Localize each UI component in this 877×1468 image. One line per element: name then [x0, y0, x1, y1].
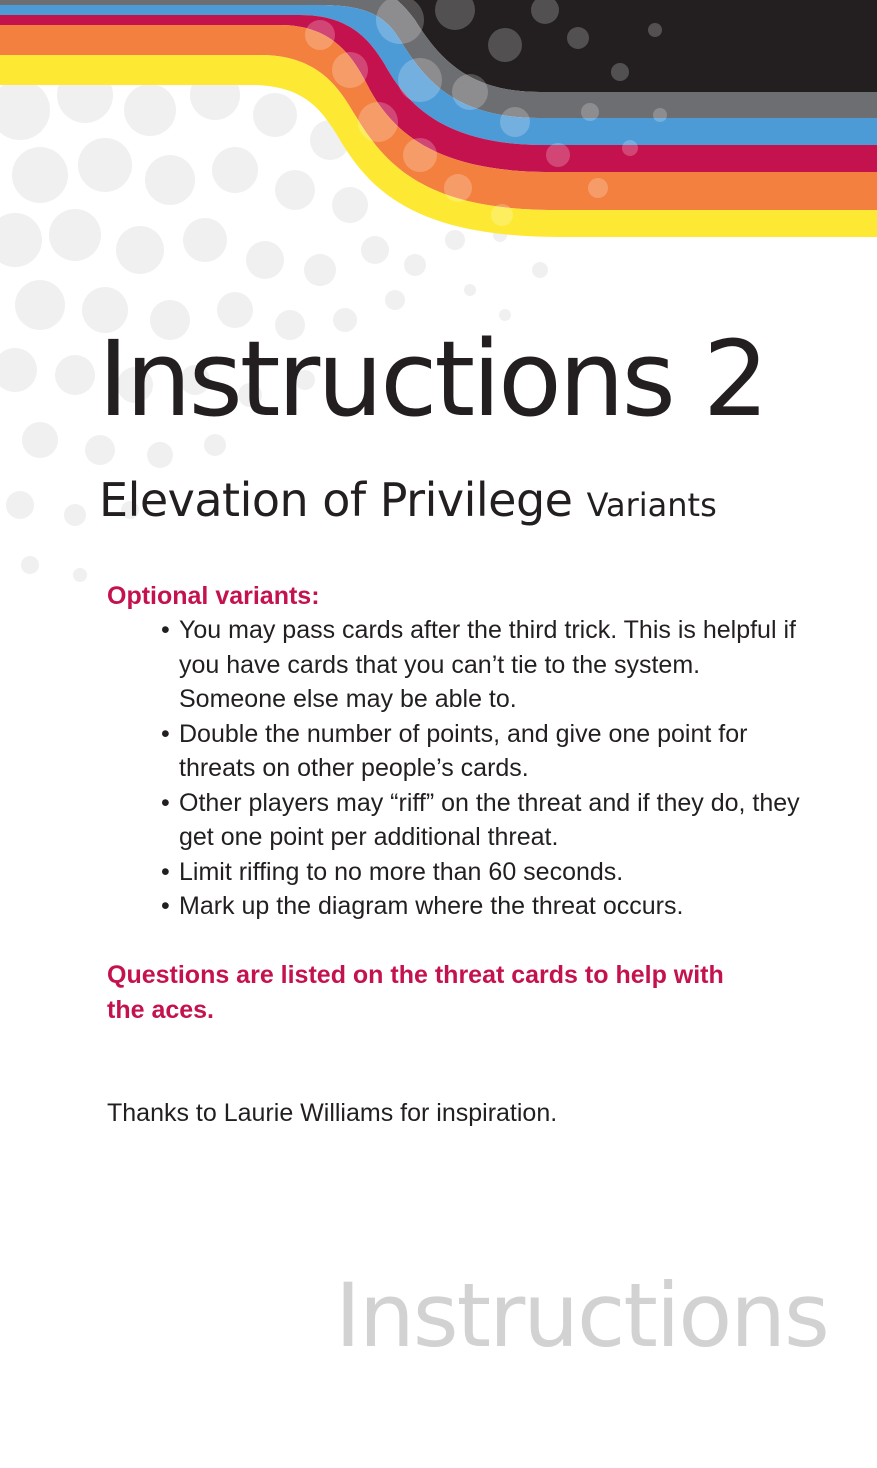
variant-item: • You may pass cards after the third tric… [158, 613, 808, 717]
subtitle-main: Elevation of Privilege [99, 473, 573, 527]
variant-item: • Double the number of points, and give o… [158, 717, 808, 786]
variant-item: • Other players may “riff” on the threat … [158, 786, 808, 855]
optional-variants-heading: Optional variants: [107, 582, 320, 610]
variant-text: Other players may “riff” on the threat a… [179, 788, 800, 852]
variant-text: Double the number of points, and give on… [179, 719, 748, 783]
variant-item: • Mark up the diagram where the threat oc… [158, 889, 808, 924]
instructions-watermark: Instructions [335, 1264, 830, 1367]
variant-text: Limit riffing to no more than 60 seconds… [179, 857, 624, 886]
subtitle-suffix: Variants [586, 486, 717, 524]
aces-note: Questions are listed on the threat cards… [107, 961, 724, 1024]
page-subtitle: Elevation of Privilege Variants [99, 470, 717, 535]
bullet-icon: • [161, 892, 170, 920]
bullet-icon: • [161, 857, 170, 886]
variant-text: You may pass cards after the third trick… [179, 616, 796, 713]
bullet-icon: • [161, 719, 170, 748]
page-title: Instructions 2 [98, 318, 769, 440]
thanks-note: Thanks to Laurie Williams for inspiratio… [107, 1099, 558, 1127]
bullet-icon: • [161, 788, 170, 817]
variant-text: Mark up the diagram where the threat occ… [179, 892, 684, 920]
variants-list: • You may pass cards after the third tric… [158, 613, 808, 924]
variant-item: • Limit riffing to no more than 60 second… [158, 855, 808, 890]
bullet-icon: • [161, 616, 170, 644]
